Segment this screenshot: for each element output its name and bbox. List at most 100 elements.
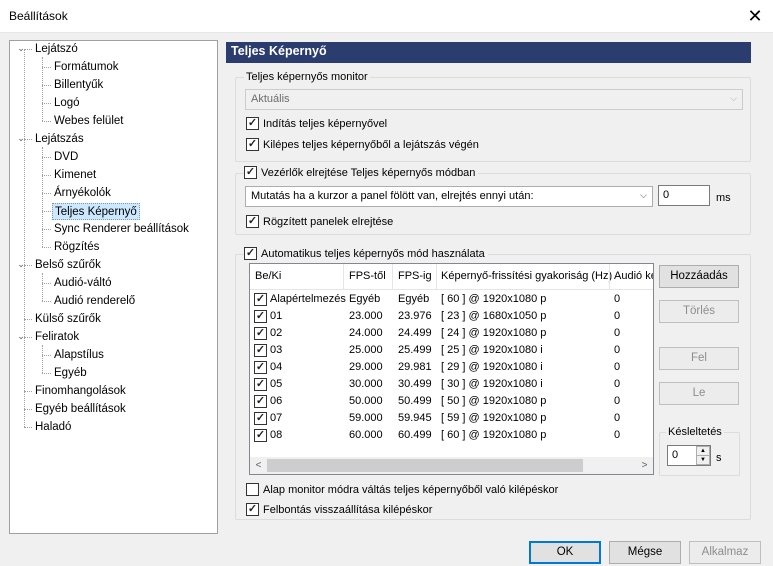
table-row[interactable]: ✓ 08 60.000 60.499 [ 60 ] @ 1920x1080 p 0 [250,428,653,445]
row-checkbox[interactable]: ✓ [254,361,267,374]
column-header[interactable]: FPS-ig [398,270,432,282]
down-button[interactable]: Le [659,382,739,405]
auto-mode-box[interactable]: ✓ [244,247,257,260]
exit-fullscreen-box[interactable]: ✓ [246,138,259,151]
row-label: 01 [270,310,283,322]
tree-connector [42,85,51,86]
table-row[interactable]: ✓ 07 59.000 59.945 [ 59 ] @ 1920x1080 p 0 [250,411,653,428]
tree-root-line [24,49,25,427]
delete-button[interactable]: Törlés [659,300,739,323]
tree-branch-line [42,147,43,247]
row-checkbox[interactable]: ✓ [254,310,267,323]
cancel-button[interactable]: Mégse [609,541,681,564]
apply-button[interactable]: Alkalmaz [689,541,761,564]
row-checkbox[interactable]: ✓ [254,327,267,340]
exit-fullscreen-checkbox[interactable]: ✓ Kilépes teljes képernyőből a lejátszás… [246,138,479,151]
tree-item[interactable]: Egyéb [52,365,89,382]
tree-item[interactable]: Rögzítés [52,239,101,256]
tree-connector [42,175,51,176]
row-checkbox[interactable]: ✓ [254,412,267,425]
tree-connector [42,283,51,284]
up-button[interactable]: Fel [659,347,739,370]
row-rate: [ 25 ] @ 1920x1080 i [441,344,543,356]
row-checkbox[interactable]: ✓ [254,344,267,357]
tree-connector [42,247,51,248]
row-audio: 0 [614,412,621,424]
add-button[interactable]: Hozzáadás [659,265,739,288]
table-row[interactable]: ✓ 05 30.000 30.499 [ 30 ] @ 1920x1080 i 0 [250,377,653,394]
tree-item[interactable]: Webes felület [52,113,125,130]
tree-item[interactable]: Haladó [33,419,73,436]
column-header[interactable]: Audió ke [614,270,653,282]
row-checkbox[interactable]: ✓ [254,293,267,306]
tree-item[interactable]: Audió-váltó [52,275,114,292]
row-label: 05 [270,378,283,390]
spin-down-icon[interactable]: ▼ [696,455,710,465]
table-row[interactable]: ✓ 04 29.000 29.981 [ 29 ] @ 1920x1080 i 0 [250,360,653,377]
row-rate: [ 29 ] @ 1920x1080 i [441,361,543,373]
row-audio: 0 [614,395,621,407]
column-header[interactable]: FPS-től [349,270,386,282]
row-from: 29.000 [349,361,383,373]
tree-item[interactable]: Lejátszó [33,41,80,58]
tree-item[interactable]: Alapstílus [52,347,106,364]
scroll-left-icon[interactable]: < [250,457,267,474]
hide-docked-box[interactable]: ✓ [246,215,259,228]
mode-list[interactable]: Be/Ki FPS-től FPS-ig Képernyő-frissítési gy… [249,263,654,475]
tree-connector [42,301,51,302]
close-icon[interactable]: ✕ [742,4,768,28]
row-checkbox[interactable]: ✓ [254,395,267,408]
tree-item[interactable]: Egyéb beállítások [33,401,128,418]
hide-delay-input[interactable]: 0 [658,185,710,206]
tree-item[interactable]: Feliratok [33,329,81,346]
tree-item[interactable]: Külső szűrők [33,311,103,328]
row-label: Alapértelmezés [270,293,346,305]
title-bar: Beállítások ✕ [0,0,773,33]
tree-item[interactable]: Teljes Képernyő [52,203,140,220]
tree-item[interactable]: Audió renderelő [52,293,137,310]
tree-item[interactable]: Árnyékolók [52,185,113,202]
table-row[interactable]: ✓ 01 23.000 23.976 [ 23 ] @ 1680x1050 p 0 [250,309,653,326]
row-checkbox[interactable]: ✓ [254,429,267,442]
scroll-right-icon[interactable]: > [636,457,653,474]
launch-fullscreen-box[interactable]: ✓ [246,117,259,130]
ok-button[interactable]: OK [529,541,601,564]
table-row[interactable]: ✓ 02 24.000 24.499 [ 24 ] @ 1920x1080 p 0 [250,326,653,343]
tree-item[interactable]: Lejátszás [33,131,86,148]
restore-resolution-box[interactable]: ✓ [246,503,259,516]
hide-docked-checkbox[interactable]: ✓ Rögzített panelek elrejtése [246,215,393,228]
row-checkbox[interactable]: ✓ [254,378,267,391]
horizontal-scrollbar[interactable]: < > [250,457,653,474]
hide-mode-select[interactable]: Mutatás ha a kurzor a panel fölött van, … [245,186,653,207]
hide-controls-checkbox[interactable]: ✓ Vezérlők elrejtése Teljes képernyős mó… [244,166,479,179]
row-label: 06 [270,395,283,407]
column-header[interactable]: Be/Ki [255,270,281,282]
tree-item[interactable]: Belső szűrők [33,257,103,274]
scrollbar-thumb[interactable] [267,459,583,472]
tree-item[interactable]: DVD [52,149,80,166]
column-header[interactable]: Képernyő-frissítési gyakoriság (Hz) [441,270,612,282]
restore-monitor-checkbox[interactable]: Alap monitor módra váltás teljes képerny… [246,483,558,496]
restore-resolution-checkbox[interactable]: ✓ Felbontás visszaállítása kilépéskor [246,503,432,516]
row-rate: [ 24 ] @ 1920x1080 p [441,327,547,339]
page-title: Teljes Képernyő [226,42,751,63]
table-row[interactable]: ✓ 03 25.000 25.499 [ 25 ] @ 1920x1080 i 0 [250,343,653,360]
table-row[interactable]: ✓ 06 50.000 50.499 [ 50 ] @ 1920x1080 p 0 [250,394,653,411]
column-separator [436,264,437,290]
tree-item[interactable]: Finomhangolások [33,383,128,400]
row-rate: [ 60 ] @ 1920x1080 p [441,429,547,441]
tree-item[interactable]: Sync Renderer beállítások [52,221,191,238]
tree-connector [42,229,51,230]
tree-item[interactable]: Kimenet [52,167,98,184]
auto-mode-label: Automatikus teljes képernyős mód használ… [261,247,485,260]
tree-item[interactable]: Formátumok [52,59,121,76]
launch-fullscreen-checkbox[interactable]: ✓ Indítás teljes képernyővel [246,117,387,130]
tree-item[interactable]: Logó [52,95,82,112]
auto-mode-checkbox[interactable]: ✓ Automatikus teljes képernyős mód haszn… [244,247,488,260]
table-row[interactable]: ✓ Alapértelmezés Egyéb Egyéb[ 60 ] @ 1920x1… [250,292,653,309]
row-from: 59.000 [349,412,383,424]
tree-item[interactable]: Billentyűk [52,77,105,94]
restore-monitor-box[interactable] [246,483,259,496]
row-audio: 0 [614,327,621,339]
hide-controls-box[interactable]: ✓ [244,166,257,179]
